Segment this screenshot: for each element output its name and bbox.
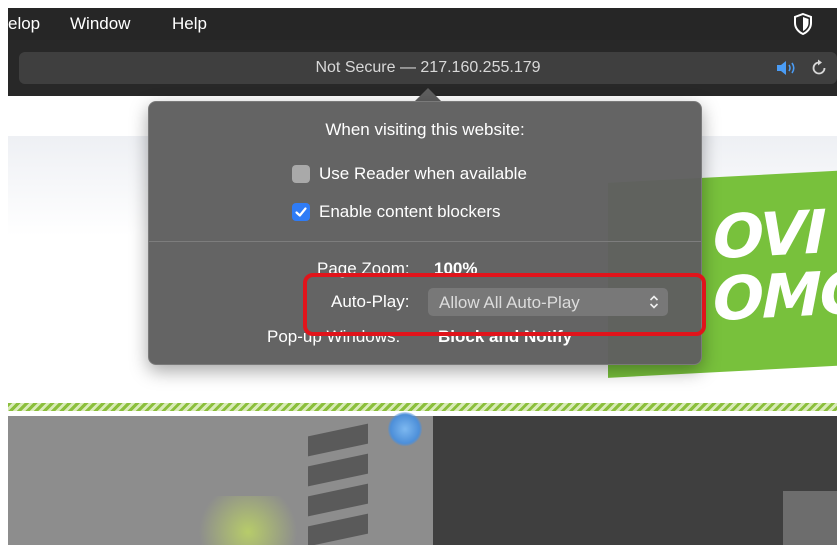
popover-arrow bbox=[414, 88, 442, 102]
banner-text: OVI OMC bbox=[713, 197, 837, 336]
dark-panel-image bbox=[433, 416, 837, 545]
menu-help[interactable]: Help bbox=[172, 14, 207, 34]
plant-image bbox=[188, 496, 308, 545]
reload-icon[interactable] bbox=[809, 58, 829, 78]
decorative-stripe bbox=[8, 403, 837, 411]
menu-bar: elop Window Help bbox=[8, 8, 837, 40]
popover-title: When visiting this website: bbox=[325, 120, 525, 139]
use-reader-checkbox[interactable] bbox=[292, 165, 310, 183]
content-blockers-checkbox[interactable] bbox=[292, 203, 310, 221]
shield-icon[interactable] bbox=[793, 12, 813, 36]
menu-develop[interactable]: elop bbox=[8, 14, 40, 34]
menu-window[interactable]: Window bbox=[70, 14, 130, 34]
use-reader-label[interactable]: Use Reader when available bbox=[319, 164, 527, 184]
address-text[interactable]: Not Secure — 217.160.255.179 bbox=[19, 59, 837, 77]
speaker-icon[interactable] bbox=[776, 60, 798, 76]
light-dot bbox=[388, 412, 422, 446]
building-image bbox=[8, 416, 433, 545]
autoplay-highlight-box bbox=[303, 273, 706, 336]
popover-divider bbox=[149, 241, 701, 242]
address-bar[interactable]: Not Secure — 217.160.255.179 bbox=[19, 52, 837, 84]
content-blockers-label[interactable]: Enable content blockers bbox=[319, 202, 500, 222]
